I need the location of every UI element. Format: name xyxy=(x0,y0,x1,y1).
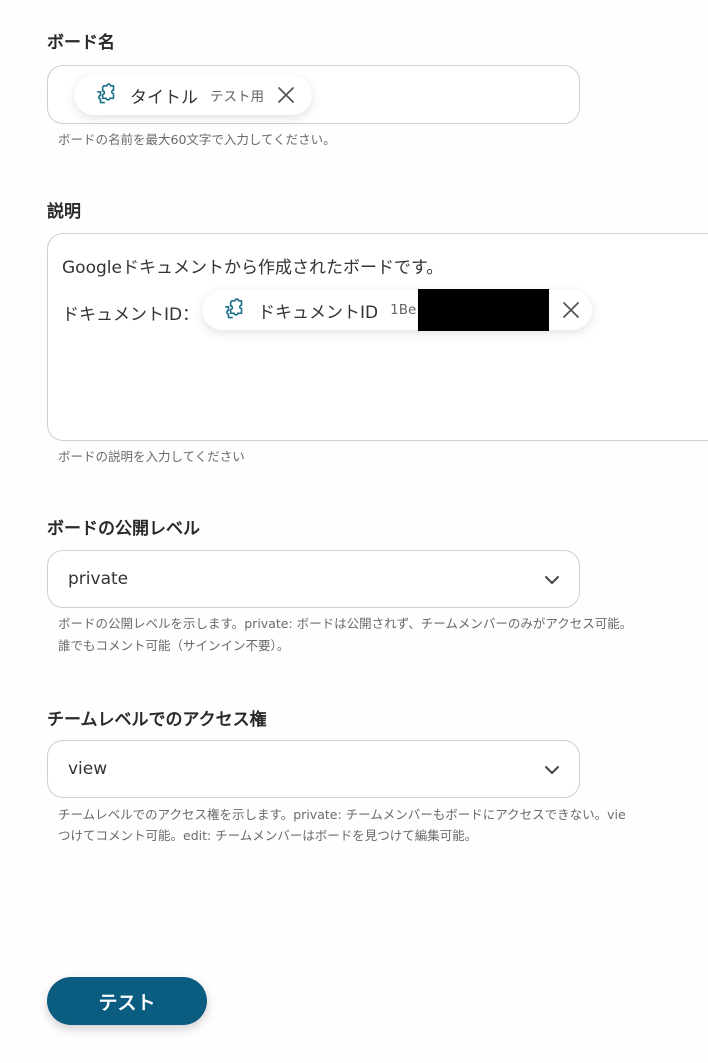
puzzle-icon xyxy=(225,298,243,319)
description-text-line1: Googleドキュメントから作成されたボードです。 xyxy=(62,258,444,278)
board-name-field[interactable]: タイトル テスト用 xyxy=(47,65,580,124)
visibility-label: ボードの公開レベル xyxy=(47,519,200,539)
chip-title: ドキュメントID xyxy=(258,302,379,323)
test-button[interactable]: テスト xyxy=(47,977,207,1025)
document-id-chip[interactable]: ドキュメントID 1Be xyxy=(202,289,592,331)
puzzle-icon xyxy=(97,83,115,104)
team-access-label: チームレベルでのアクセス権 xyxy=(47,710,267,730)
chevron-down-icon xyxy=(545,766,559,774)
team-access-select[interactable]: view xyxy=(47,740,580,798)
close-icon[interactable] xyxy=(561,300,581,320)
visibility-help-line2: 誰でもコメント可能（サインイン不要）。 xyxy=(58,638,290,653)
redaction-block xyxy=(418,289,550,331)
visibility-help-line1: ボードの公開レベルを示します。private: ボードは公開されず、チームメンバ… xyxy=(58,616,633,631)
visibility-select[interactable]: private xyxy=(47,550,580,608)
chip-subtitle: テスト用 xyxy=(210,89,264,105)
chevron-down-icon xyxy=(545,576,559,584)
description-label: 説明 xyxy=(47,202,81,222)
board-name-help: ボードの名前を最大60文字で入力してください。 xyxy=(58,132,336,147)
chip-title: タイトル xyxy=(130,87,198,108)
board-name-chip[interactable]: タイトル テスト用 xyxy=(74,75,312,115)
description-text-line2: ドキュメントID： xyxy=(62,305,200,325)
board-name-label: ボード名 xyxy=(47,33,115,53)
description-field[interactable]: Googleドキュメントから作成されたボードです。 ドキュメントID： ドキュメ… xyxy=(47,233,708,441)
description-help: ボードの説明を入力してください xyxy=(58,449,245,464)
team-access-help-line2: つけてコメント可能。edit: チームメンバーはボードを見つけて編集可能。 xyxy=(58,828,478,843)
visibility-value: private xyxy=(68,569,129,589)
team-access-help-line1: チームレベルでのアクセス権を示します。private: チームメンバーもボードに… xyxy=(58,807,626,822)
chip-subtitle: 1Be xyxy=(390,302,417,318)
close-icon[interactable] xyxy=(276,85,296,105)
team-access-value: view xyxy=(68,759,108,779)
